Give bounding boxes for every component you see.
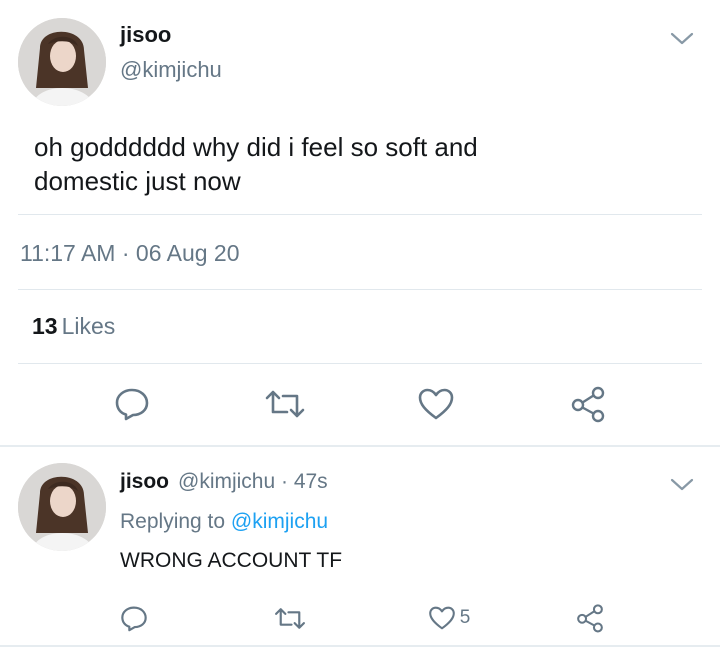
divider: [18, 214, 702, 215]
reply-button[interactable]: [118, 603, 150, 633]
mention-link[interactable]: @kimjichu: [231, 510, 328, 533]
retweet-icon: [275, 607, 305, 629]
chevron-down-icon[interactable]: [670, 473, 694, 497]
avatar-image: [18, 463, 106, 551]
retweet-button[interactable]: [262, 386, 308, 422]
share-button[interactable]: [574, 602, 606, 634]
display-name[interactable]: jisoo: [120, 22, 171, 48]
reply-button[interactable]: [112, 386, 152, 422]
timestamp[interactable]: 11:17 AM · 06 Aug 20: [20, 240, 240, 267]
like-icon: [428, 606, 455, 630]
retweet-button[interactable]: [272, 603, 308, 633]
likes-stat[interactable]: 13 Likes: [32, 313, 115, 340]
avatar[interactable]: [18, 18, 106, 106]
divider: [18, 363, 702, 364]
like-icon: [418, 388, 454, 420]
share-icon: [577, 604, 603, 633]
tweet-text: WRONG ACCOUNT TF: [120, 549, 343, 572]
replying-prefix: Replying to: [120, 510, 226, 533]
reply-meta: @kimjichu · 47s: [178, 470, 328, 493]
likes-count: 13: [32, 313, 58, 339]
reply-icon: [115, 388, 149, 421]
main-tweet: jisoo @kimjichu oh godddddd why did i fe…: [0, 0, 720, 447]
share-icon: [571, 386, 605, 423]
like-button[interactable]: [416, 386, 456, 422]
tweet-text-line: domestic just now: [34, 166, 241, 196]
reply-icon: [121, 606, 147, 631]
divider: [18, 289, 702, 290]
avatar[interactable]: [18, 463, 106, 551]
likes-label: Likes: [61, 313, 116, 339]
replying-to: Replying to @kimjichu: [120, 510, 328, 534]
divider: [0, 445, 720, 447]
divider: [0, 645, 720, 647]
share-button[interactable]: [568, 384, 608, 424]
chevron-down-icon[interactable]: [670, 27, 694, 51]
like-button[interactable]: 5: [424, 603, 474, 633]
like-count: 5: [459, 607, 471, 628]
user-handle[interactable]: @kimjichu: [120, 57, 222, 83]
tweet-text: oh godddddd why did i feel so soft and d…: [34, 130, 554, 198]
display-name[interactable]: jisoo: [120, 470, 169, 494]
retweet-icon: [265, 390, 305, 418]
tweet-text-line: oh godddddd why did i feel so soft and: [34, 132, 478, 162]
avatar-image: [18, 18, 106, 106]
